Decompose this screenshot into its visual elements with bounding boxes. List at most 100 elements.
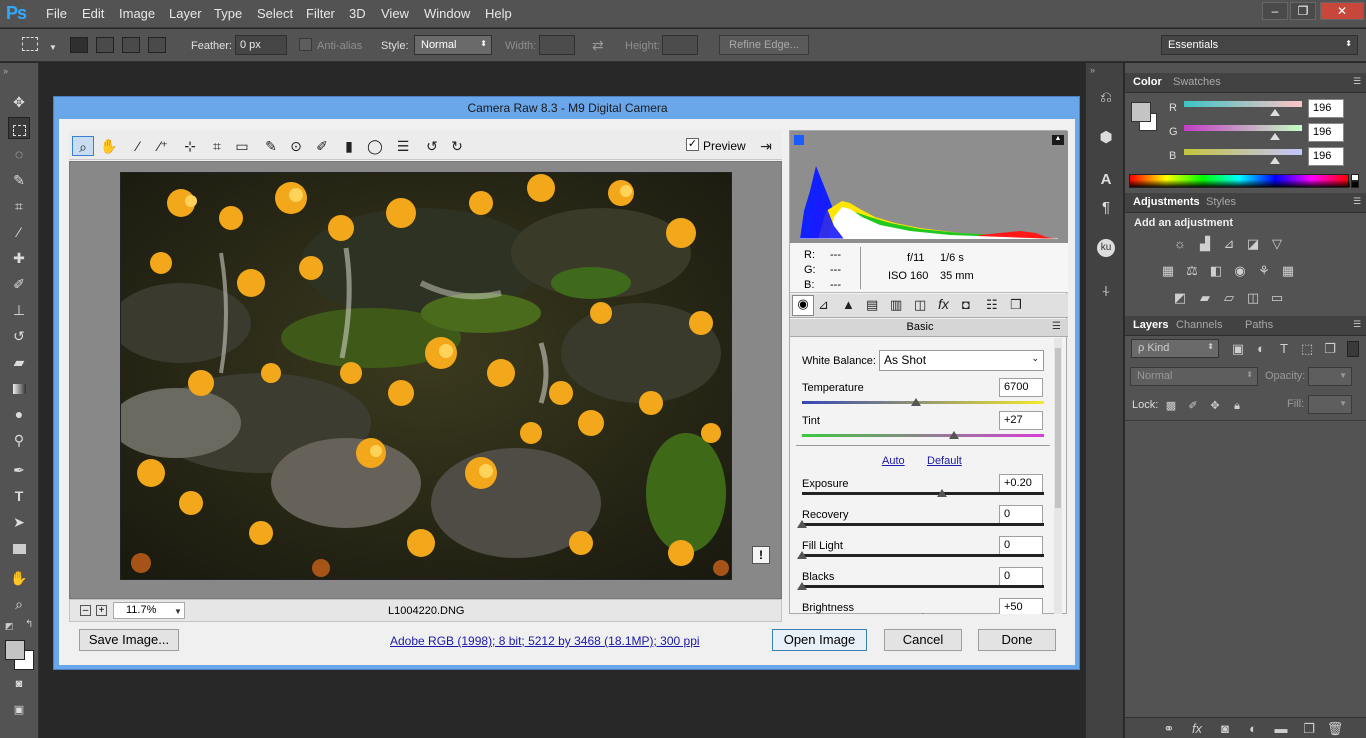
- swap-colors-icon[interactable]: ↰: [25, 619, 33, 630]
- foreground-swatch[interactable]: [1131, 102, 1151, 122]
- zoom-tool-icon[interactable]: ⌕: [72, 136, 94, 156]
- channel-slider-track[interactable]: [1184, 125, 1302, 131]
- menu-select[interactable]: Select: [257, 6, 293, 21]
- white-balance-select[interactable]: As Shot ⌄: [879, 350, 1044, 371]
- temperature-slider-thumb[interactable]: [910, 398, 921, 406]
- add-mask-icon[interactable]: ◙: [1215, 720, 1235, 738]
- basic-tab-icon[interactable]: ◉: [792, 295, 814, 316]
- refine-edge-button[interactable]: Refine Edge...: [719, 35, 809, 55]
- tab-color[interactable]: Color: [1133, 76, 1162, 88]
- hand-tool-icon[interactable]: ✋: [8, 567, 30, 589]
- menu-3d[interactable]: 3D: [349, 6, 366, 21]
- menu-layer[interactable]: Layer: [169, 6, 202, 21]
- rotate-cw-icon[interactable]: ↻: [446, 136, 468, 156]
- tint-slider-track[interactable]: [802, 434, 1044, 437]
- color-sampler-tool-icon[interactable]: ⁄⁺: [152, 136, 174, 156]
- quick-mask-icon[interactable]: ◙: [8, 673, 30, 695]
- blend-mode-select[interactable]: Normal ⬍: [1130, 367, 1258, 386]
- lock-transparent-icon[interactable]: ▩: [1161, 397, 1181, 415]
- tab-paths[interactable]: Paths: [1245, 319, 1273, 331]
- black-white-icon[interactable]: ◧: [1206, 262, 1226, 280]
- marquee-preset-icon[interactable]: [22, 37, 38, 51]
- cancel-button[interactable]: Cancel: [884, 629, 962, 651]
- menu-filter[interactable]: Filter: [306, 6, 335, 21]
- curves-icon[interactable]: ⊿: [1219, 235, 1239, 253]
- new-group-icon[interactable]: ▬: [1271, 720, 1291, 738]
- straighten-tool-icon[interactable]: ▭: [231, 136, 253, 156]
- opacity-input[interactable]: ▼: [1308, 367, 1352, 386]
- layer-filter-kind-select[interactable]: ρ Kind ⬍: [1131, 339, 1219, 358]
- temperature-input[interactable]: 6700: [999, 378, 1043, 397]
- presets-tab-icon[interactable]: ☷: [986, 297, 998, 313]
- gradient-map-icon[interactable]: ▭: [1267, 289, 1287, 307]
- panel-menu-icon[interactable]: ☰: [1052, 321, 1061, 332]
- subtract-selection-icon[interactable]: [122, 37, 140, 53]
- filter-smart-object-icon[interactable]: ❐: [1320, 340, 1340, 358]
- exposure-icon[interactable]: ◪: [1243, 235, 1263, 253]
- scrollbar[interactable]: [1054, 338, 1062, 614]
- slider-value-input[interactable]: 0: [999, 505, 1043, 524]
- lock-image-icon[interactable]: ✐: [1183, 397, 1203, 415]
- slider-track[interactable]: [802, 492, 1044, 495]
- new-selection-icon[interactable]: [70, 37, 88, 53]
- selective-color-icon[interactable]: ◫: [1243, 289, 1263, 307]
- detail-tab-icon[interactable]: ▲: [842, 297, 855, 312]
- channel-value-input[interactable]: 196: [1308, 147, 1344, 166]
- properties-icon[interactable]: ⍭: [1095, 281, 1117, 303]
- black-swatch[interactable]: [1351, 181, 1359, 188]
- menu-type[interactable]: Type: [214, 6, 242, 21]
- height-input[interactable]: [662, 35, 698, 55]
- radial-filter-icon[interactable]: ◯: [364, 136, 386, 156]
- channel-slider-track[interactable]: [1184, 101, 1302, 107]
- open-image-button[interactable]: Open Image: [772, 629, 867, 651]
- tab-styles[interactable]: Styles: [1206, 196, 1236, 208]
- menu-image[interactable]: Image: [119, 6, 155, 21]
- channel-slider-thumb[interactable]: [1269, 109, 1280, 116]
- levels-icon[interactable]: ▟: [1195, 235, 1215, 253]
- foreground-color-swatch[interactable]: [5, 640, 25, 660]
- lock-all-icon[interactable]: 🔒︎: [1227, 397, 1247, 415]
- fullscreen-icon[interactable]: ⇥: [755, 136, 777, 156]
- swap-icon[interactable]: ⇄: [592, 37, 604, 54]
- tint-input[interactable]: +27: [999, 411, 1043, 430]
- layers-list[interactable]: [1125, 420, 1366, 716]
- vibrance-icon[interactable]: ▽: [1267, 235, 1287, 253]
- adjustment-brush-icon[interactable]: ✐: [311, 136, 333, 156]
- graduated-filter-icon[interactable]: ▮: [338, 136, 360, 156]
- panel-menu-icon[interactable]: ☰: [1353, 196, 1361, 207]
- collapse-icon[interactable]: »: [1090, 65, 1095, 75]
- menu-edit[interactable]: Edit: [82, 6, 104, 21]
- threshold-icon[interactable]: ▱: [1219, 289, 1239, 307]
- menu-view[interactable]: View: [381, 6, 409, 21]
- camera-calibration-tab-icon[interactable]: ◘: [962, 297, 970, 312]
- preview-checkbox[interactable]: ✓: [686, 138, 699, 151]
- character-icon[interactable]: A: [1095, 169, 1117, 191]
- menu-window[interactable]: Window: [424, 6, 470, 21]
- slider-track[interactable]: [802, 585, 1044, 588]
- white-swatch[interactable]: [1351, 174, 1359, 181]
- eraser-tool-icon[interactable]: ▰: [8, 351, 30, 373]
- link-layers-icon[interactable]: ⚭: [1159, 720, 1179, 738]
- panel-menu-icon[interactable]: ☰: [1353, 319, 1361, 330]
- photo-filter-icon[interactable]: ◉: [1230, 262, 1250, 280]
- default-colors-icon[interactable]: ◩: [5, 621, 14, 632]
- white-balance-tool-icon[interactable]: ⁄: [127, 136, 149, 156]
- red-eye-tool-icon[interactable]: ⊙: [285, 136, 307, 156]
- zoom-out-button[interactable]: –: [80, 605, 91, 616]
- chevron-down-icon[interactable]: ▼: [49, 43, 57, 52]
- close-button[interactable]: ✕: [1320, 2, 1364, 20]
- preferences-icon[interactable]: ☰: [392, 136, 414, 156]
- filter-pixel-icon[interactable]: ▣: [1228, 340, 1248, 358]
- channel-value-input[interactable]: 196: [1308, 99, 1344, 118]
- color-balance-icon[interactable]: ⚖: [1182, 262, 1202, 280]
- channel-slider-thumb[interactable]: [1269, 157, 1280, 164]
- channel-slider-track[interactable]: [1184, 149, 1302, 155]
- slider-track[interactable]: [802, 554, 1044, 557]
- width-input[interactable]: [539, 35, 575, 55]
- delete-layer-icon[interactable]: 🗑︎: [1325, 720, 1345, 738]
- crop-tool-icon[interactable]: ⌗: [206, 136, 228, 156]
- temperature-slider-track[interactable]: [802, 401, 1044, 404]
- tab-swatches[interactable]: Swatches: [1173, 76, 1221, 88]
- filter-adjustment-icon[interactable]: ◐: [1251, 340, 1271, 358]
- spot-healing-brush-tool-icon[interactable]: ✚: [8, 247, 30, 269]
